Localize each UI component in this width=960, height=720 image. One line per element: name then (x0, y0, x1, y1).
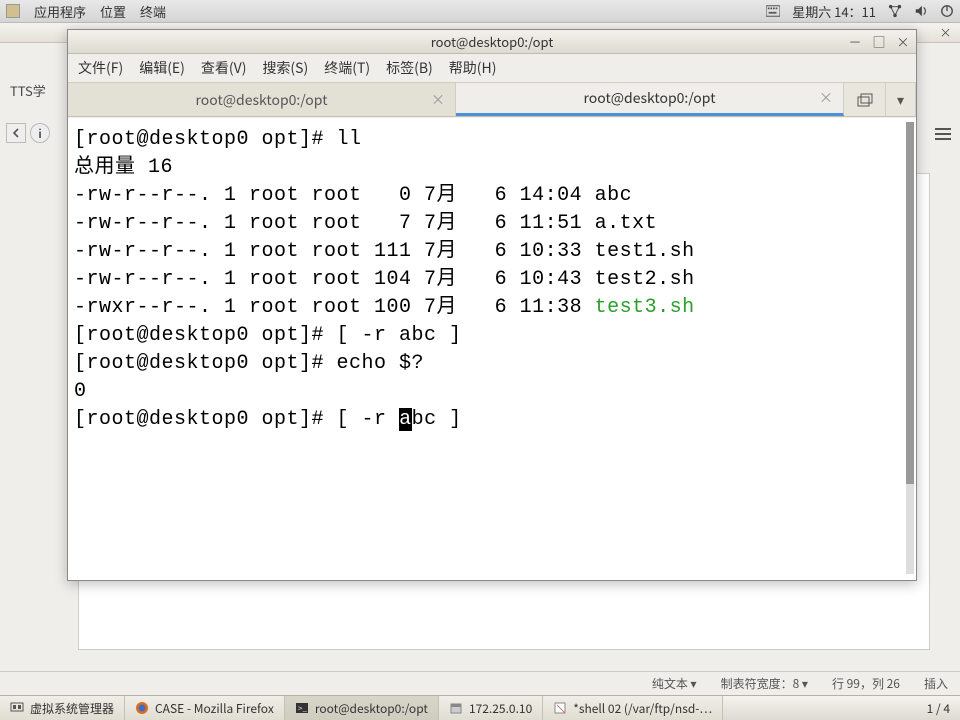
task-label: 172.25.0.10 (469, 700, 532, 717)
term-line: -rw-r--r--. 1 root root 7 7月 6 11:51 a.t… (74, 212, 657, 235)
menu-search[interactable]: 搜索(S) (262, 58, 308, 78)
gedit-encoding[interactable]: 纯文本 ▾ (652, 675, 697, 692)
gnome-top-panel: 应用程序 位置 终端 星期六 14：11 (0, 0, 960, 23)
maximize-icon[interactable]: □ (872, 35, 886, 49)
info-icon[interactable]: i (30, 123, 50, 143)
virt-manager-icon (10, 701, 24, 715)
terminal-tab-2-label: root@desktop0:/opt (584, 88, 716, 108)
task-gedit[interactable]: *shell 02 (/var/ftp/nsd-… (543, 696, 723, 720)
terminal-icon: >_ (295, 701, 309, 715)
gedit-close-icon[interactable]: × (939, 26, 952, 39)
menu-help[interactable]: 帮助(H) (449, 58, 497, 78)
clock[interactable]: 星期六 14：11 (792, 2, 876, 21)
task-label: *shell 02 (/var/ftp/nsd-… (573, 700, 712, 717)
gedit-rowcol: 行 99，列 26 (832, 675, 900, 692)
close-icon[interactable]: × (896, 35, 910, 49)
tab-menu-dropdown[interactable]: ▾ (886, 83, 916, 116)
hamburger-icon[interactable] (934, 126, 952, 140)
terminal-menubar: 文件(F) 编辑(E) 查看(V) 搜索(S) 终端(T) 标签(B) 帮助(H… (68, 54, 916, 83)
terminal-titlebar[interactable]: root@desktop0:/opt － □ × (68, 30, 916, 54)
task-label: CASE - Mozilla Firefox (155, 700, 274, 717)
task-firefox[interactable]: CASE - Mozilla Firefox (125, 696, 285, 720)
term-line: 总用量 16 (74, 156, 173, 179)
terminal-title-text: root@desktop0:/opt (431, 32, 554, 51)
term-line: -rw-r--r--. 1 root root 104 7月 6 10:43 t… (74, 268, 695, 291)
term-prompt-line: [root@desktop0 opt]# [ -r (74, 408, 399, 431)
menu-tabs[interactable]: 标签(B) (386, 58, 433, 78)
back-button[interactable] (6, 123, 26, 143)
terminal-tab-bar: root@desktop0:/opt × root@desktop0:/opt … (68, 83, 916, 117)
term-line: [root@desktop0 opt]# echo $? (74, 352, 424, 375)
bottom-taskbar: 虚拟系统管理器 CASE - Mozilla Firefox >_ root@d… (0, 695, 960, 720)
term-line: [root@desktop0 opt]# ll (74, 128, 362, 151)
term-executable-name: test3.sh (595, 296, 695, 319)
workspace-pager[interactable]: 1 / 4 (917, 696, 960, 720)
applications-menu[interactable]: 应用程序 (34, 2, 86, 21)
activities-icon[interactable] (6, 4, 20, 18)
cursor: a (399, 408, 412, 431)
pager-label: 1 / 4 (927, 700, 950, 717)
gedit-tab-label[interactable]: TTS学 (10, 81, 46, 100)
task-terminal[interactable]: >_ root@desktop0:/opt (285, 696, 439, 720)
terminal-window: root@desktop0:/opt － □ × 文件(F) 编辑(E) 查看(… (67, 29, 917, 581)
task-files[interactable]: 172.25.0.10 (439, 696, 543, 720)
terminal-tab-1-label: root@desktop0:/opt (196, 90, 328, 110)
gedit-tabwidth[interactable]: 制表符宽度：8 ▾ (721, 675, 808, 692)
files-icon (449, 701, 463, 715)
firefox-icon (135, 701, 149, 715)
menu-file[interactable]: 文件(F) (78, 58, 123, 78)
term-line: -rw-r--r--. 1 root root 0 7月 6 14:04 abc (74, 184, 632, 207)
volume-icon[interactable] (914, 4, 928, 18)
terminal-focused-app[interactable]: 终端 (140, 2, 166, 21)
tab-close-icon[interactable]: × (819, 88, 833, 108)
network-icon[interactable] (888, 4, 902, 18)
scrollbar-thumb[interactable] (906, 122, 914, 484)
gedit-statusbar: 纯文本 ▾ 制表符宽度：8 ▾ 行 99，列 26 插入 (0, 671, 960, 695)
term-line: -rwxr--r--. 1 root root 100 7月 6 11:38 (74, 296, 595, 319)
terminal-output[interactable]: [root@desktop0 opt]# ll 总用量 16 -rw-r--r-… (68, 118, 916, 580)
task-label: 虚拟系统管理器 (30, 700, 114, 717)
keyboard-icon[interactable] (766, 4, 780, 18)
task-virt-manager[interactable]: 虚拟系统管理器 (0, 696, 125, 720)
terminal-tab-1[interactable]: root@desktop0:/opt × (68, 83, 456, 116)
task-label: root@desktop0:/opt (315, 700, 428, 717)
svg-text:>_: >_ (298, 703, 307, 714)
term-line: [root@desktop0 opt]# [ -r abc ] (74, 324, 462, 347)
terminal-scrollbar[interactable] (906, 122, 914, 574)
term-line: 0 (74, 380, 87, 403)
places-menu[interactable]: 位置 (100, 2, 126, 21)
menu-terminal[interactable]: 终端(T) (324, 58, 370, 78)
menu-view[interactable]: 查看(V) (201, 58, 247, 78)
term-line: bc ] (412, 408, 462, 431)
minimize-icon[interactable]: － (848, 35, 862, 49)
terminal-tab-2[interactable]: root@desktop0:/opt × (456, 83, 844, 116)
gedit-icon (553, 701, 567, 715)
power-icon[interactable] (940, 4, 954, 18)
tab-close-icon[interactable]: × (431, 90, 445, 110)
new-tab-button[interactable] (844, 83, 886, 116)
term-line: -rw-r--r--. 1 root root 111 7月 6 10:33 t… (74, 240, 695, 263)
gedit-insert-mode: 插入 (924, 675, 948, 692)
menu-edit[interactable]: 编辑(E) (139, 58, 185, 78)
